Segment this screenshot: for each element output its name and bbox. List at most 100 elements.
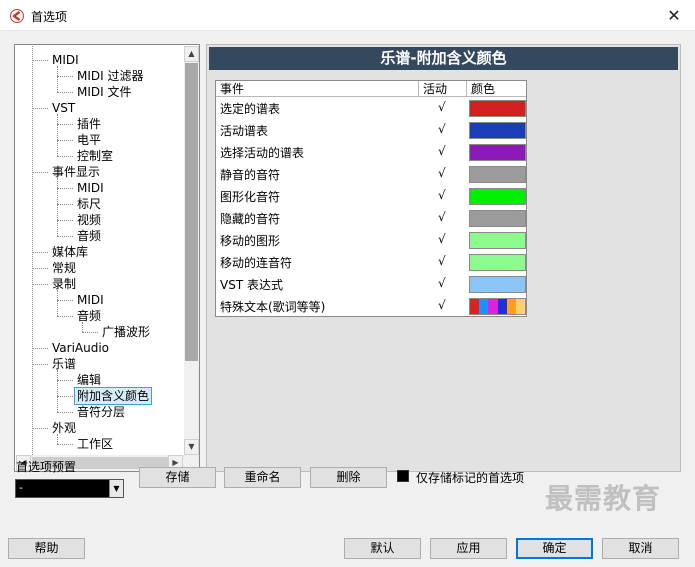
tree-vertical-scroll-thumb[interactable]: [185, 63, 198, 361]
table-row[interactable]: VST 表达式 √: [216, 273, 526, 295]
table-row[interactable]: 移动的图形 √: [216, 229, 526, 251]
scroll-up-icon[interactable]: ▲: [184, 46, 199, 62]
table-row[interactable]: 选定的谱表 √: [216, 97, 526, 119]
watermark: 最需教育: [545, 482, 662, 515]
rename-button[interactable]: 重命名: [224, 467, 301, 488]
event-color-table: 事件 活动 颜色 选定的谱表 √ 活动谱表 √ 选择活动的谱表 √ 静音的音符 √ 图形化音符 √…: [215, 80, 527, 317]
tree-item[interactable]: 标尺: [75, 196, 103, 212]
tree-connector: [57, 370, 58, 412]
active-checkmark[interactable]: √: [438, 166, 446, 180]
tree-item[interactable]: 电平: [75, 132, 103, 148]
store-button[interactable]: 存储: [139, 467, 216, 488]
section-title: 乐谱-附加含义颜色: [209, 47, 678, 70]
tree-connector: [82, 322, 83, 332]
tree-item[interactable]: MIDI: [50, 52, 81, 68]
table-row[interactable]: 静音的音符 √: [216, 163, 526, 185]
tree-item[interactable]: 音频: [75, 228, 103, 244]
active-checkmark[interactable]: √: [438, 210, 446, 224]
tree-item[interactable]: MIDI 文件: [75, 84, 134, 100]
delete-button[interactable]: 删除: [310, 467, 387, 488]
tree-connector: [57, 316, 73, 317]
tree-connector: [57, 300, 73, 301]
event-name-cell: 特殊文本(歌词等等): [220, 300, 326, 314]
color-swatch[interactable]: [469, 100, 526, 117]
default-button[interactable]: 默认: [344, 538, 421, 559]
active-checkmark[interactable]: √: [438, 298, 446, 312]
tree-item[interactable]: 外观: [50, 420, 78, 436]
tree-item[interactable]: 视频: [75, 212, 103, 228]
event-name-cell: 静音的音符: [220, 168, 281, 182]
title-bar: 首选项 ✕: [0, 0, 695, 31]
tree-connector: [32, 60, 48, 61]
active-checkmark[interactable]: √: [438, 276, 446, 290]
color-swatch[interactable]: [469, 298, 526, 315]
store-marked-only-checkbox[interactable]: [397, 470, 409, 482]
active-checkmark[interactable]: √: [438, 122, 446, 136]
table-row[interactable]: 隐藏的音符 √: [216, 207, 526, 229]
tree-item[interactable]: MIDI: [75, 180, 106, 196]
tree-connector: [32, 364, 48, 365]
tree-item[interactable]: VST: [50, 100, 77, 116]
active-checkmark[interactable]: √: [438, 188, 446, 202]
column-header-active[interactable]: 活动: [419, 81, 447, 97]
tree-item[interactable]: 媒体库: [50, 244, 90, 260]
column-header-color[interactable]: 颜色: [467, 81, 495, 97]
table-row[interactable]: 移动的连音符 √: [216, 251, 526, 273]
tree-item[interactable]: 音频: [75, 308, 103, 324]
tree-item[interactable]: 常规: [50, 260, 78, 276]
tree-connector: [57, 114, 58, 156]
apply-button[interactable]: 应用: [430, 538, 507, 559]
color-swatch[interactable]: [469, 144, 526, 161]
table-row[interactable]: 特殊文本(歌词等等) √: [216, 295, 526, 317]
color-swatch[interactable]: [469, 166, 526, 183]
color-swatch-stripe: [506, 299, 516, 314]
preset-select-value: -: [19, 481, 23, 494]
tree-vertical-scrollbar[interactable]: ▲ ▼: [184, 46, 199, 455]
close-icon[interactable]: ✕: [662, 4, 686, 28]
tree-item[interactable]: 插件: [75, 116, 103, 132]
color-swatch[interactable]: [469, 276, 526, 293]
active-checkmark[interactable]: √: [438, 232, 446, 246]
tree-item[interactable]: 录制: [50, 276, 78, 292]
ok-button[interactable]: 确定: [516, 538, 593, 559]
tree-item[interactable]: 控制室: [75, 148, 115, 164]
tree-item[interactable]: 工作区: [75, 436, 115, 452]
scroll-down-icon[interactable]: ▼: [184, 439, 199, 455]
table-row[interactable]: 选择活动的谱表 √: [216, 141, 526, 163]
tree-connector: [32, 46, 33, 455]
tree-connector: [57, 220, 73, 221]
color-swatch[interactable]: [469, 122, 526, 139]
cancel-button[interactable]: 取消: [602, 538, 679, 559]
window-title: 首选项: [31, 10, 68, 24]
store-marked-only-label: 仅存储标记的首选项: [416, 471, 525, 485]
color-swatch[interactable]: [469, 232, 526, 249]
tree-item[interactable]: 广播波形: [100, 324, 152, 340]
tree-connector: [57, 66, 58, 92]
tree-item[interactable]: 乐谱: [50, 356, 78, 372]
tree-item[interactable]: MIDI: [75, 292, 106, 308]
tree-item[interactable]: MIDI 过滤器: [75, 68, 146, 84]
preset-select[interactable]: - ▼: [15, 479, 124, 498]
table-row[interactable]: 活动谱表 √: [216, 119, 526, 141]
event-name-cell: 隐藏的音符: [220, 212, 281, 226]
chevron-down-icon[interactable]: ▼: [109, 480, 123, 497]
event-name-cell: VST 表达式: [220, 278, 283, 292]
table-row[interactable]: 图形化音符 √: [216, 185, 526, 207]
category-tree[interactable]: MIDI MIDI 过滤器 MIDI 文件 VST 插件 电平 控制室 事件显示 MIDI 标尺视…: [16, 46, 184, 455]
active-checkmark[interactable]: √: [438, 254, 446, 268]
tree-connector: [57, 124, 73, 125]
color-swatch[interactable]: [469, 188, 526, 205]
active-checkmark[interactable]: √: [438, 100, 446, 114]
column-header-event[interactable]: 事件: [216, 81, 244, 97]
tree-connector: [82, 332, 98, 333]
color-swatch[interactable]: [469, 254, 526, 271]
active-checkmark[interactable]: √: [438, 144, 446, 158]
color-swatch[interactable]: [469, 210, 526, 227]
tree-connector: [32, 252, 48, 253]
event-name-cell: 选定的谱表: [220, 102, 281, 116]
tree-item[interactable]: 编辑: [75, 372, 103, 388]
tree-item[interactable]: VariAudio: [50, 340, 111, 356]
tree-item[interactable]: 音符分层: [75, 404, 127, 420]
tree-item[interactable]: 附加含义颜色: [73, 387, 153, 405]
help-button[interactable]: 帮助: [8, 538, 85, 559]
